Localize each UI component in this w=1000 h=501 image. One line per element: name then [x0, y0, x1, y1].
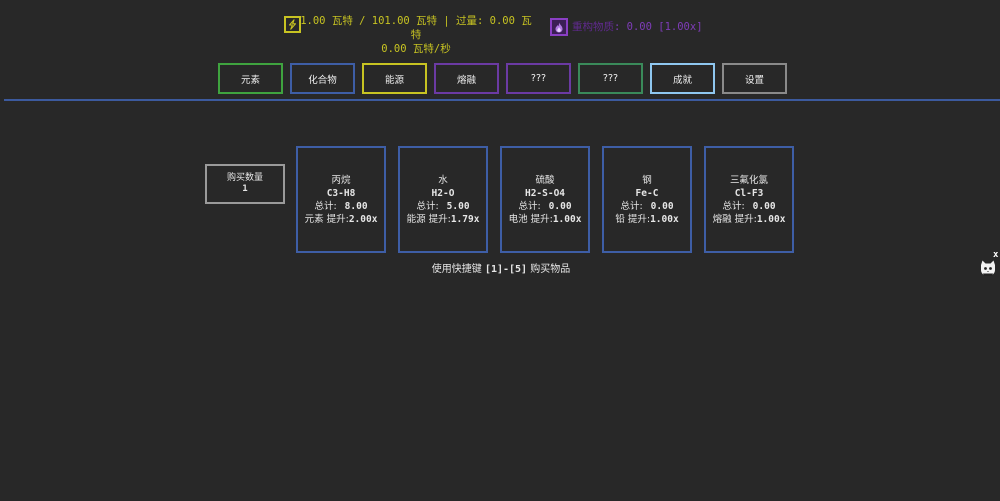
energy-readout: 1.00 瓦特 / 101.00 瓦特 | 过量: 0.00 瓦特 0.00 瓦…	[300, 14, 532, 56]
item-total-value: 0.00	[548, 200, 572, 212]
tab-6[interactable]: ???	[578, 63, 643, 94]
item-total-value: 0.00	[650, 200, 674, 212]
item-boost-source: 熔融	[712, 213, 732, 225]
item-boost-source: 能源	[406, 213, 426, 225]
hint-prefix: 使用快捷键	[431, 264, 485, 275]
item-boost: 铅 提升:1.00x	[615, 213, 678, 226]
item-formula: C3-H8	[326, 187, 356, 199]
item-total-label: 总计:	[722, 200, 745, 212]
item-total-value: 5.00	[446, 200, 470, 212]
cat-avatar-icon[interactable]	[979, 259, 997, 277]
header: 1.00 瓦特 / 101.00 瓦特 | 过量: 0.00 瓦特 0.00 瓦…	[0, 0, 1000, 101]
tab-2[interactable]: 化合物	[290, 63, 355, 94]
item-list: 丙烷 C3-H8 总计: 8.00 元素 提升:2.00x 水 H2-O 总计: 5.00 能源 …	[296, 146, 794, 253]
tab-1[interactable]: 元素	[218, 63, 283, 94]
item-total: 总计: 0.00	[722, 200, 775, 213]
item-card[interactable]: 钢 Fe-C 总计: 0.00 铅 提升:1.00x	[602, 146, 692, 253]
item-formula: H2-S-O4	[524, 187, 566, 199]
energy-rate: 0.00 瓦特/秒	[381, 43, 451, 55]
item-total: 总计: 8.00	[314, 200, 367, 213]
item-boost-value: 1.79x	[450, 213, 480, 225]
item-name: 三氟化氯	[729, 174, 768, 186]
item-total: 总计: 5.00	[416, 200, 469, 213]
energy-status: 1.00 瓦特 / 101.00 瓦特 | 过量: 0.00 瓦特	[300, 15, 532, 41]
matter-readout: 重构物质: 0.00 [1.00x]	[572, 21, 703, 33]
item-boost-label: 提升:	[734, 213, 757, 225]
item-boost-value: 1.00x	[650, 213, 679, 225]
matter-label: 重构物质	[572, 21, 614, 33]
item-name: 钢	[642, 174, 652, 186]
divider	[4, 99, 1000, 101]
item-total-value: 8.00	[344, 200, 368, 212]
item-boost-source: 铅	[615, 213, 625, 225]
item-total-value: 0.00	[752, 200, 776, 212]
item-total-label: 总计:	[620, 200, 643, 212]
item-total: 总计: 0.00	[620, 200, 673, 213]
tab-5[interactable]: ???	[506, 63, 571, 94]
item-boost: 元素 提升:2.00x	[305, 213, 378, 226]
item-formula: Cl-F3	[734, 187, 764, 199]
buy-quantity-value: 1	[242, 184, 248, 194]
lightning-icon	[284, 16, 301, 33]
item-boost: 电池 提升:1.00x	[509, 213, 582, 226]
item-card[interactable]: 三氟化氯 Cl-F3 总计: 0.00 熔融 提升:1.00x	[704, 146, 794, 253]
buy-quantity-button[interactable]: 购买数量 1	[205, 164, 285, 204]
item-card[interactable]: 水 H2-O 总计: 5.00 能源 提升:1.79x	[398, 146, 488, 253]
item-boost-source: 元素	[304, 213, 324, 225]
item-formula: H2-O	[431, 187, 455, 199]
tab-8[interactable]: 设置	[722, 63, 787, 94]
item-boost-value: 2.00x	[348, 213, 378, 225]
item-boost: 能源 提升:1.79x	[407, 213, 480, 226]
item-boost-label: 提升:	[428, 213, 451, 225]
item-boost-label: 提升:	[627, 213, 651, 225]
hint-suffix: 购买物品	[527, 264, 571, 275]
tab-3[interactable]: 能源	[362, 63, 427, 94]
shortcut-hint: 使用快捷键 [1]-[5] 购买物品	[0, 260, 1000, 275]
item-boost-value: 1.00x	[552, 213, 582, 225]
item-formula: Fe-C	[635, 187, 659, 199]
item-boost: 熔融 提升:1.00x	[713, 213, 786, 226]
item-boost-source: 电池	[508, 213, 528, 225]
item-total: 总计: 0.00	[518, 200, 571, 213]
matter-value: 0.00 [1.00x]	[626, 21, 703, 33]
item-card[interactable]: 丙烷 C3-H8 总计: 8.00 元素 提升:2.00x	[296, 146, 386, 253]
item-total-label: 总计:	[314, 200, 337, 212]
tab-7[interactable]: 成就	[650, 63, 715, 94]
hint-keys: [1]-[5]	[484, 264, 528, 275]
item-name: 水	[438, 174, 448, 186]
item-total-label: 总计:	[416, 200, 439, 212]
item-card[interactable]: 硫酸 H2-S-O4 总计: 0.00 电池 提升:1.00x	[500, 146, 590, 253]
item-name: 硫酸	[535, 174, 555, 186]
item-total-label: 总计:	[518, 200, 541, 212]
tab-bar: 元素 化合物 能源 熔融?????? 成就 设置	[218, 63, 787, 94]
flame-icon	[550, 18, 568, 36]
item-name: 丙烷	[331, 174, 351, 186]
item-boost-label: 提升:	[530, 213, 553, 225]
tab-4[interactable]: 熔融	[434, 63, 499, 94]
item-boost-value: 1.00x	[756, 213, 786, 225]
buy-quantity-label: 购买数量	[226, 173, 263, 183]
item-boost-label: 提升:	[326, 213, 349, 225]
